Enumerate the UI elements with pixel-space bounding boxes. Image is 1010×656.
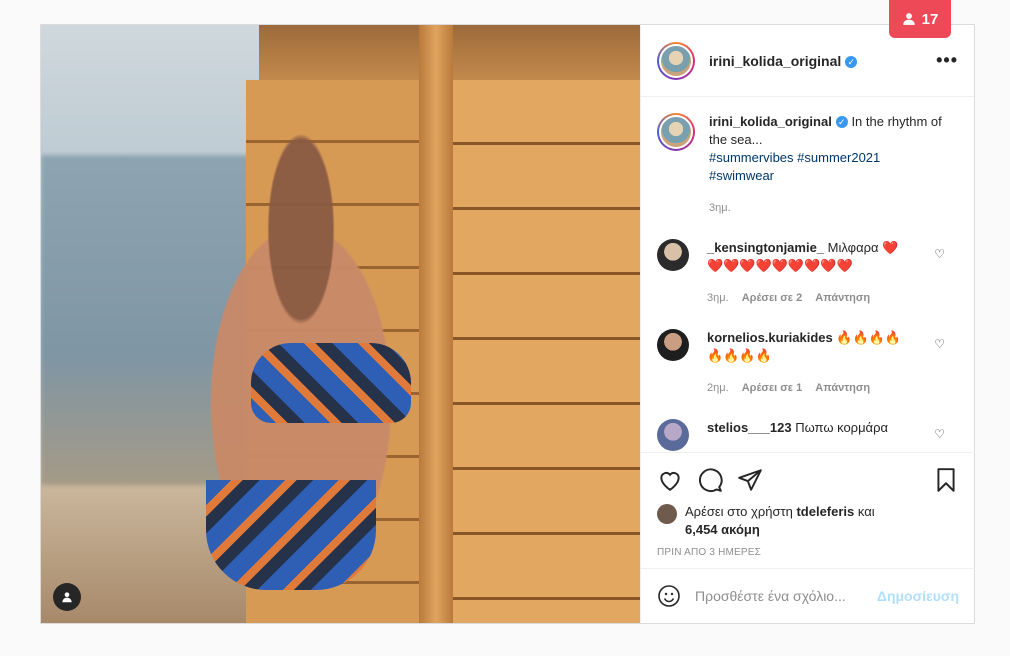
bookmark-icon[interactable] xyxy=(933,467,959,493)
verified-icon: ✓ xyxy=(845,55,858,68)
emoji-icon[interactable] xyxy=(657,584,681,608)
author-username[interactable]: irini_kolida_original ✓ xyxy=(709,53,858,69)
follower-notification-badge[interactable]: 17 xyxy=(889,0,951,38)
photo-swim-bottom xyxy=(206,480,376,590)
comment-likes-link[interactable]: Αρέσει σε 2 xyxy=(742,292,803,304)
comment-username[interactable]: kornelios.kuriakides xyxy=(707,330,833,345)
post-photo[interactable] xyxy=(41,25,640,623)
add-comment-bar: Προσθέστε ένα σχόλιο... Δημοσίευση xyxy=(641,568,975,623)
commenter-avatar[interactable] xyxy=(657,239,689,271)
photo-swim-top xyxy=(251,343,411,423)
comment-like-icon[interactable]: ♡ xyxy=(934,337,945,351)
comment-item: stelios___123 Πωπω κορμάρα ♡ xyxy=(657,419,959,451)
author-avatar[interactable] xyxy=(657,41,695,80)
reply-button[interactable]: Απάντηση xyxy=(815,382,870,394)
tagged-user-icon[interactable] xyxy=(53,583,81,611)
comment-time: 3ημ. xyxy=(707,292,729,304)
post-timestamp: ΠΡΙΝ ΑΠΟ 3 ΗΜΕΡΕΣ xyxy=(657,547,762,558)
comment-likes-link[interactable]: Αρέσει σε 1 xyxy=(742,382,803,394)
badge-count: 17 xyxy=(921,10,939,28)
verified-icon: ✓ xyxy=(835,116,848,128)
comment-item: kornelios.kuriakides 🔥🔥🔥🔥🔥🔥🔥🔥 2ημ. Αρέσε… xyxy=(657,329,959,397)
post-card: irini_kolida_original ✓ ••• irini_kolida_… xyxy=(40,24,975,624)
comment-text: Πωπω κορμάρα xyxy=(795,420,888,435)
caption-username[interactable]: irini_kolida_original xyxy=(709,114,832,129)
likes-prefix: Αρέσει στο χρήστη xyxy=(685,504,793,519)
liker-username[interactable]: tdeleferis xyxy=(796,504,854,519)
post-sidebar: irini_kolida_original ✓ ••• irini_kolida_… xyxy=(640,25,975,623)
publish-comment-button[interactable]: Δημοσίευση xyxy=(877,588,959,604)
hashtag-link[interactable]: #summer2021 xyxy=(797,150,880,165)
photo-wood-wall-front xyxy=(436,80,640,623)
comment-bubble-icon[interactable] xyxy=(697,467,723,493)
caption-time: 3ημ. xyxy=(709,202,731,214)
hashtag-link[interactable]: #summervibes xyxy=(709,150,794,165)
person-icon xyxy=(902,13,915,25)
more-options-icon[interactable]: ••• xyxy=(936,50,958,71)
comment-item: _kensingtonjamie_ Μιλφαρα ❤️ ❤️❤️❤️❤️❤️❤… xyxy=(657,239,959,307)
comment-time: 2ημ. xyxy=(707,382,729,394)
like-heart-icon[interactable] xyxy=(657,467,683,493)
share-paper-plane-icon[interactable] xyxy=(737,467,763,493)
reply-button[interactable]: Απάντηση xyxy=(815,292,870,304)
hashtag-link[interactable]: #swimwear xyxy=(709,168,774,183)
post-actions: Αρέσει στο χρήστη tdeleferis και 6,454 α… xyxy=(641,452,975,558)
comments-list[interactable]: irini_kolida_original ✓ In the rhythm of … xyxy=(641,97,975,452)
likes-summary: Αρέσει στο χρήστη tdeleferis και 6,454 α… xyxy=(657,503,959,539)
commenter-avatar[interactable] xyxy=(657,419,689,451)
caption-avatar[interactable] xyxy=(657,113,695,151)
post-caption: irini_kolida_original ✓ In the rhythm of … xyxy=(657,113,959,217)
commenter-avatar[interactable] xyxy=(657,329,689,361)
comment-like-icon[interactable]: ♡ xyxy=(934,427,945,441)
comment-username[interactable]: stelios___123 xyxy=(707,420,792,435)
comment-username[interactable]: _kensingtonjamie_ xyxy=(707,240,824,255)
comment-like-icon[interactable]: ♡ xyxy=(934,247,945,261)
likes-conj: και xyxy=(857,504,875,519)
liker-avatar[interactable] xyxy=(657,504,677,524)
likes-count-link[interactable]: 6,454 ακόμη xyxy=(685,522,760,537)
comment-input[interactable]: Προσθέστε ένα σχόλιο... xyxy=(695,588,877,604)
